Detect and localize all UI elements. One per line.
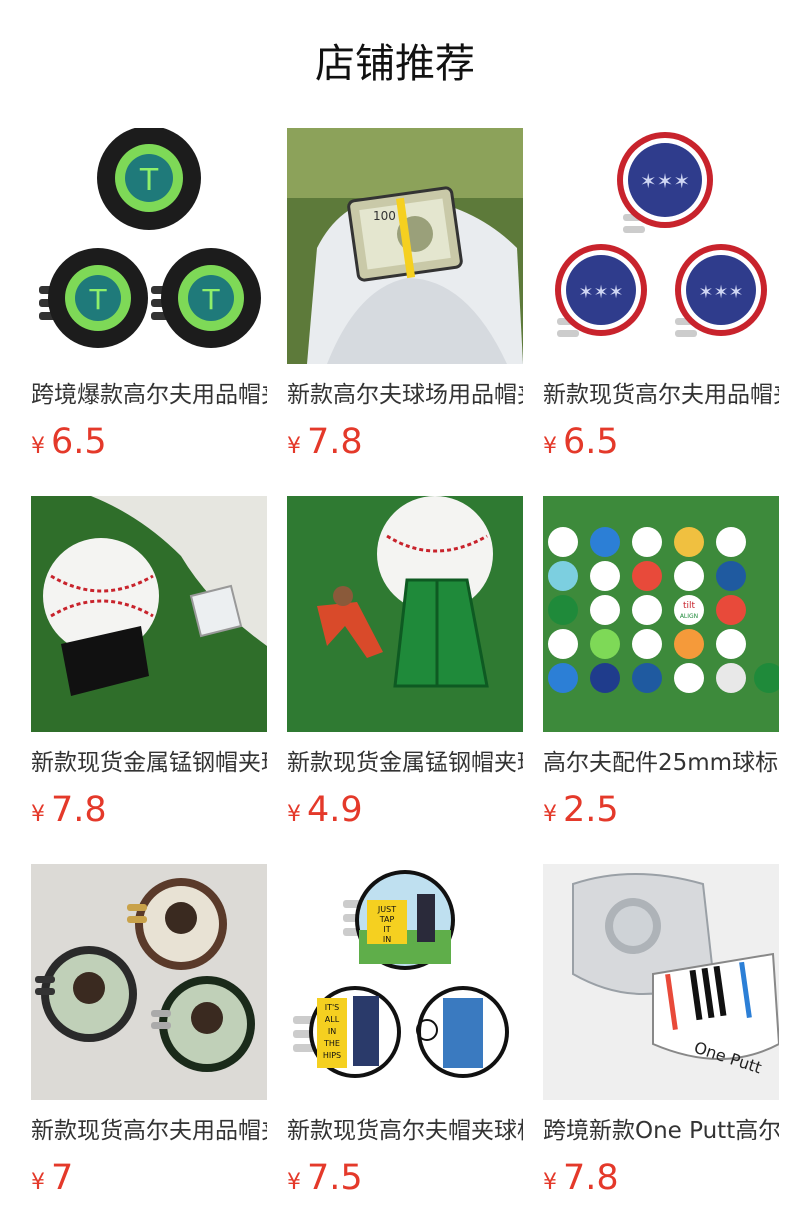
price-value: 7 — [51, 1158, 74, 1198]
product-price: ¥7 — [31, 1158, 267, 1198]
marker-text: IT — [383, 925, 390, 934]
product-card[interactable]: JUST TAP IT IN IT'S ALL IN THE HIPS 新款现货… — [287, 864, 523, 1198]
currency-symbol: ¥ — [543, 1170, 557, 1195]
product-name[interactable]: 新款现货金属锰钢帽夹球标 — [287, 748, 523, 778]
svg-text:T: T — [201, 283, 220, 316]
product-image[interactable]: T T T — [31, 128, 267, 364]
product-name[interactable]: 跨境爆款高尔夫用品帽夹球标 — [31, 380, 267, 410]
price-value: 7.8 — [563, 1158, 619, 1198]
marker-text: JUST — [377, 905, 396, 914]
product-card[interactable]: One Putt 跨境新款One Putt高尔夫帽夹 ¥7.8 — [543, 864, 779, 1198]
currency-symbol: ¥ — [287, 802, 301, 827]
product-price: ¥7.8 — [543, 1158, 779, 1198]
product-image[interactable] — [287, 496, 523, 732]
currency-symbol: ¥ — [543, 434, 557, 459]
product-card[interactable]: ✶✶✶ ✶✶✶ ✶✶✶ 新款现货高尔夫用品帽夹球标 ¥6.5 — [543, 128, 779, 462]
price-value: 7.5 — [307, 1158, 363, 1198]
marker-text: THE — [323, 1039, 340, 1048]
marker-text: HIPS — [323, 1051, 341, 1060]
product-price: ¥7.8 — [287, 422, 523, 462]
svg-text:T: T — [88, 283, 107, 316]
product-card[interactable]: tilt ALIGN 高尔夫配件25mm球标 ¥2.5 — [543, 496, 779, 830]
page-title: 店铺推荐 — [315, 41, 475, 87]
product-name[interactable]: 新款高尔夫球场用品帽夹球标 — [287, 380, 523, 410]
product-image[interactable]: tilt ALIGN — [543, 496, 779, 732]
marker-text: IT'S — [325, 1003, 340, 1012]
product-price: ¥6.5 — [31, 422, 267, 462]
price-value: 6.5 — [51, 422, 107, 462]
align-label: ALIGN — [680, 613, 698, 620]
svg-text:T: T — [139, 163, 159, 198]
ball-marker-icon — [416, 986, 509, 1078]
product-price: ¥7.8 — [31, 790, 267, 830]
product-name[interactable]: 跨境新款One Putt高尔夫帽夹 — [543, 1116, 779, 1146]
ball-marker-icon: T — [97, 128, 201, 230]
price-value: 2.5 — [563, 790, 619, 830]
product-name[interactable]: 新款现货金属锰钢帽夹球标 — [31, 748, 267, 778]
product-image[interactable]: ✶✶✶ ✶✶✶ ✶✶✶ — [543, 128, 779, 364]
svg-text:✶✶✶: ✶✶✶ — [578, 282, 623, 303]
product-image[interactable]: JUST TAP IT IN IT'S ALL IN THE HIPS — [287, 864, 523, 1100]
currency-symbol: ¥ — [31, 1170, 45, 1195]
svg-text:✶✶✶: ✶✶✶ — [640, 169, 690, 193]
product-image[interactable] — [31, 864, 267, 1100]
currency-symbol: ¥ — [287, 1170, 301, 1195]
product-price: ¥2.5 — [543, 790, 779, 830]
marker-text: TAP — [379, 915, 395, 924]
price-value: 7.8 — [307, 422, 363, 462]
product-name[interactable]: 新款现货高尔夫帽夹球标 — [287, 1116, 523, 1146]
product-name[interactable]: 新款现货高尔夫用品帽夹球标 — [543, 380, 779, 410]
price-value: 6.5 — [563, 422, 619, 462]
product-price: ¥4.9 — [287, 790, 523, 830]
currency-symbol: ¥ — [287, 434, 301, 459]
product-card[interactable]: T T T 跨境爆款高尔夫用品帽夹球标 ¥6.5 — [31, 128, 267, 462]
product-name[interactable]: 高尔夫配件25mm球标 — [543, 748, 779, 778]
product-price: ¥6.5 — [543, 422, 779, 462]
price-value: 4.9 — [307, 790, 363, 830]
currency-symbol: ¥ — [31, 802, 45, 827]
svg-text:100: 100 — [373, 209, 396, 223]
svg-text:✶✶✶: ✶✶✶ — [698, 282, 743, 303]
product-image[interactable] — [31, 496, 267, 732]
price-value: 7.8 — [51, 790, 107, 830]
product-image[interactable]: One Putt — [543, 864, 779, 1100]
marker-text: IN — [383, 935, 391, 944]
currency-symbol: ¥ — [543, 802, 557, 827]
currency-symbol: ¥ — [31, 434, 45, 459]
marker-text: ALL — [325, 1015, 340, 1024]
product-price: ¥7.5 — [287, 1158, 523, 1198]
money-clip-icon: 100 — [347, 186, 463, 282]
marker-text: IN — [328, 1027, 336, 1036]
product-card[interactable]: 新款现货金属锰钢帽夹球标 ¥4.9 — [287, 496, 523, 830]
product-card[interactable]: 100 新款高尔夫球场用品帽夹球标 ¥7.8 — [287, 128, 523, 462]
product-image[interactable]: 100 — [287, 128, 523, 364]
product-name[interactable]: 新款现货高尔夫用品帽夹球标 — [31, 1116, 267, 1146]
product-card[interactable]: 新款现货金属锰钢帽夹球标 ¥7.8 — [31, 496, 267, 830]
product-card[interactable]: 新款现货高尔夫用品帽夹球标 ¥7 — [31, 864, 267, 1198]
tilt-label: tilt — [683, 601, 696, 611]
